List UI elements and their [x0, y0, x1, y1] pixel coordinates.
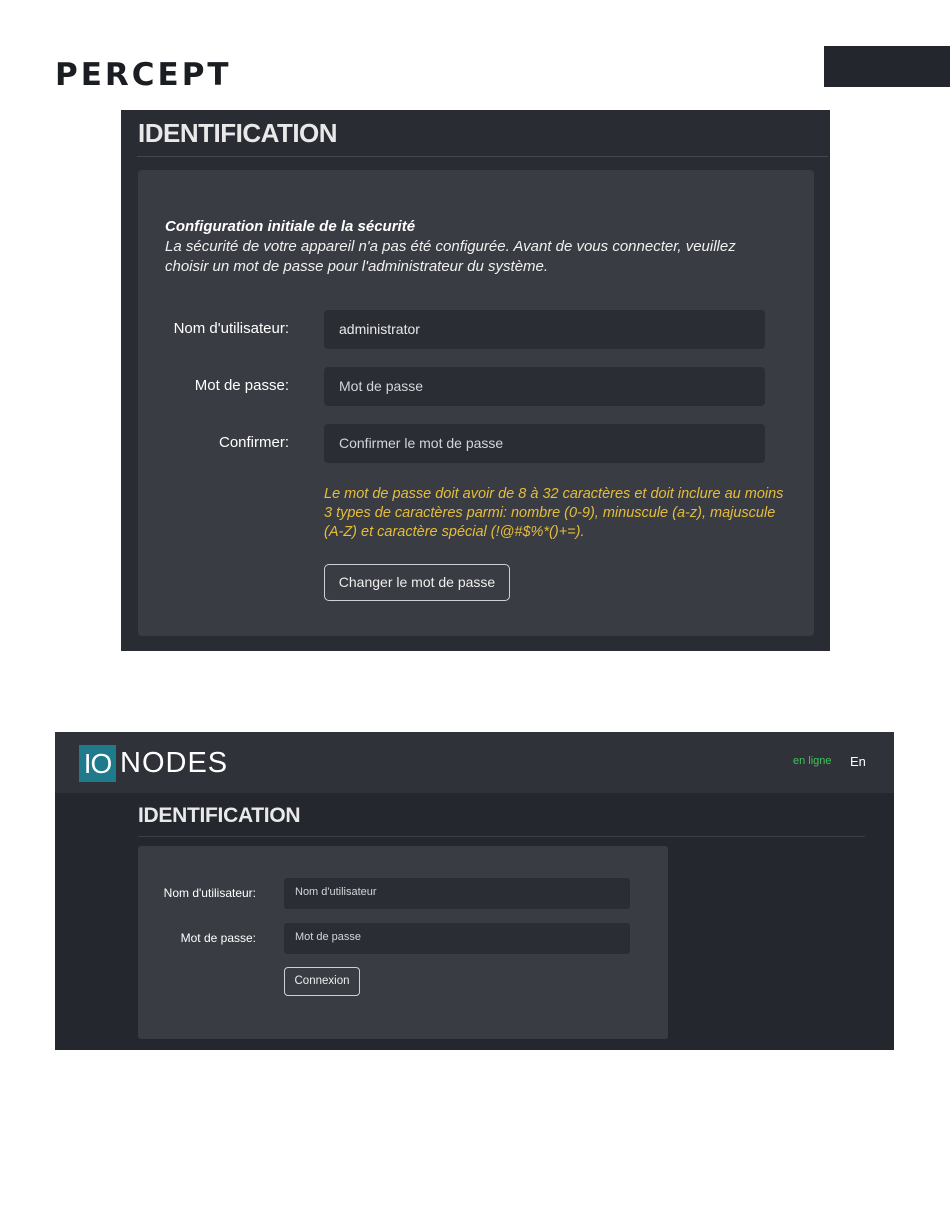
login-password-label: Mot de passe:: [180, 931, 256, 945]
username-field[interactable]: administrator: [324, 310, 765, 349]
percept-logo: PERCEPT: [55, 57, 232, 93]
setup-description-text: La sécurité de votre appareil n'a pas ét…: [165, 238, 736, 275]
password-label: Mot de passe:: [194, 377, 289, 394]
login-username-label: Nom d'utilisateur:: [163, 886, 256, 900]
password-input[interactable]: Mot de passe: [324, 367, 765, 406]
change-password-button[interactable]: Changer le mot de passe: [324, 564, 510, 601]
login-button[interactable]: Connexion: [284, 967, 360, 996]
language-selector[interactable]: En: [850, 754, 866, 769]
login-title-divider: [138, 836, 865, 837]
confirm-password-input[interactable]: Confirmer le mot de passe: [324, 424, 765, 463]
top-bar: IO NODES en ligne En: [55, 732, 894, 793]
setup-panel: Configuration initiale de la sécurité La…: [138, 170, 814, 636]
password-rules-hint: Le mot de passe doit avoir de 8 à 32 car…: [324, 486, 784, 540]
setup-description: La sécurité de votre appareil n'a pas ét…: [165, 237, 775, 277]
setup-page-title: IDENTIFICATION: [138, 118, 338, 148]
confirm-label: Confirmer:: [218, 434, 289, 451]
login-password-input[interactable]: Mot de passe: [284, 923, 630, 954]
header-corner-block: [824, 46, 950, 87]
ionodes-logo-nodes: NODES: [120, 747, 229, 779]
username-label: Nom d'utilisateur:: [173, 320, 289, 337]
login-screenshot: IO NODES en ligne En IDENTIFICATION Nom …: [55, 732, 894, 1050]
login-panel: Nom d'utilisateur: Nom d'utilisateur Mot…: [138, 846, 668, 1039]
login-page-title: IDENTIFICATION: [138, 804, 301, 827]
setup-title-divider: [137, 156, 828, 157]
ionodes-logo-io: IO: [79, 745, 116, 782]
setup-heading: Configuration initiale de la sécurité: [165, 218, 416, 235]
online-status: en ligne: [793, 755, 832, 767]
login-username-input[interactable]: Nom d'utilisateur: [284, 878, 630, 909]
setup-screenshot: IDENTIFICATION Configuration initiale de…: [121, 110, 830, 651]
